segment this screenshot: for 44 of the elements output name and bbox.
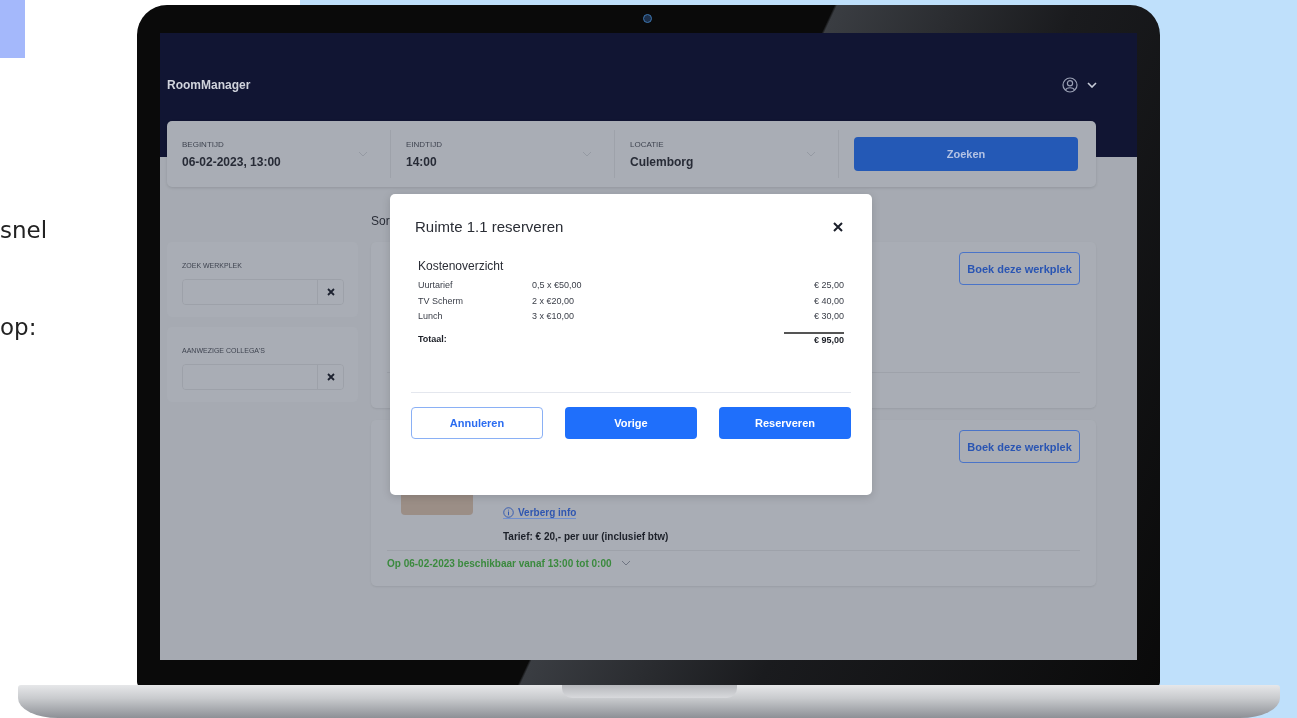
user-icon bbox=[1062, 77, 1078, 93]
cost-quantity: 0,5 x €50,00 bbox=[532, 279, 583, 292]
cost-amount: € 25,00 bbox=[813, 279, 844, 292]
dropdown-field[interactable]: BEGINTIJD 06-02-2023, 13:00 bbox=[167, 130, 391, 178]
availability-text: Op 06-02-2023 beschikbaar vanaf 13:00 tot 0:00 bbox=[387, 557, 612, 569]
dialog-button[interactable]: Vorige bbox=[565, 407, 697, 439]
camera-icon bbox=[643, 14, 652, 23]
dropdown-field[interactable]: EINDTIJD 14:00 bbox=[391, 130, 615, 178]
dialog-button[interactable]: Reserveren bbox=[719, 407, 851, 439]
book-button[interactable]: Boek deze werkplek bbox=[959, 430, 1080, 463]
cost-quantity: 3 x €10,00 bbox=[532, 310, 576, 323]
user-menu[interactable] bbox=[1062, 77, 1097, 93]
body-text: op: bbox=[0, 313, 38, 342]
sort-label: Sor bbox=[371, 214, 390, 228]
cost-quantity: 2 x €20,00 bbox=[532, 294, 576, 308]
chevron-down-icon bbox=[620, 560, 631, 566]
cost-label: Uurtarief bbox=[418, 279, 454, 292]
total-label: Totaal: bbox=[418, 332, 448, 346]
filter-field[interactable] bbox=[182, 279, 344, 305]
close-icon bbox=[326, 373, 335, 381]
dialog-button[interactable]: Annuleren bbox=[411, 407, 543, 439]
chevron-down-icon bbox=[1087, 82, 1097, 88]
close-icon bbox=[833, 221, 843, 232]
app-title: RoomManager bbox=[167, 78, 251, 92]
close-icon bbox=[326, 288, 335, 296]
search-button[interactable]: Zoeken bbox=[854, 137, 1078, 171]
book-button[interactable]: Boek deze werkplek bbox=[959, 252, 1080, 285]
info-icon bbox=[503, 507, 514, 518]
cost-label: Lunch bbox=[418, 310, 444, 323]
clear-button[interactable] bbox=[317, 280, 343, 304]
filter-field[interactable] bbox=[182, 364, 344, 390]
cost-amount: € 40,00 bbox=[813, 294, 844, 308]
total-amount: € 95,00 bbox=[783, 331, 844, 347]
clear-button[interactable] bbox=[317, 365, 343, 389]
body-text: snel bbox=[0, 216, 48, 245]
cost-label: TV Scherm bbox=[418, 294, 464, 308]
accent-block bbox=[0, 0, 25, 58]
dialog-title: Ruimte 1.1 reserveren bbox=[415, 218, 564, 235]
close-button[interactable] bbox=[831, 219, 845, 234]
dropdown-field[interactable]: LOCATIE Culemborg bbox=[615, 130, 839, 178]
section-title: Kostenoverzicht bbox=[418, 259, 505, 273]
info-link[interactable]: Verberg info bbox=[503, 507, 577, 519]
cost-amount: € 30,00 bbox=[813, 310, 844, 323]
price-text: Tarief: € 20,- per uur (inclusief btw) bbox=[503, 531, 669, 542]
